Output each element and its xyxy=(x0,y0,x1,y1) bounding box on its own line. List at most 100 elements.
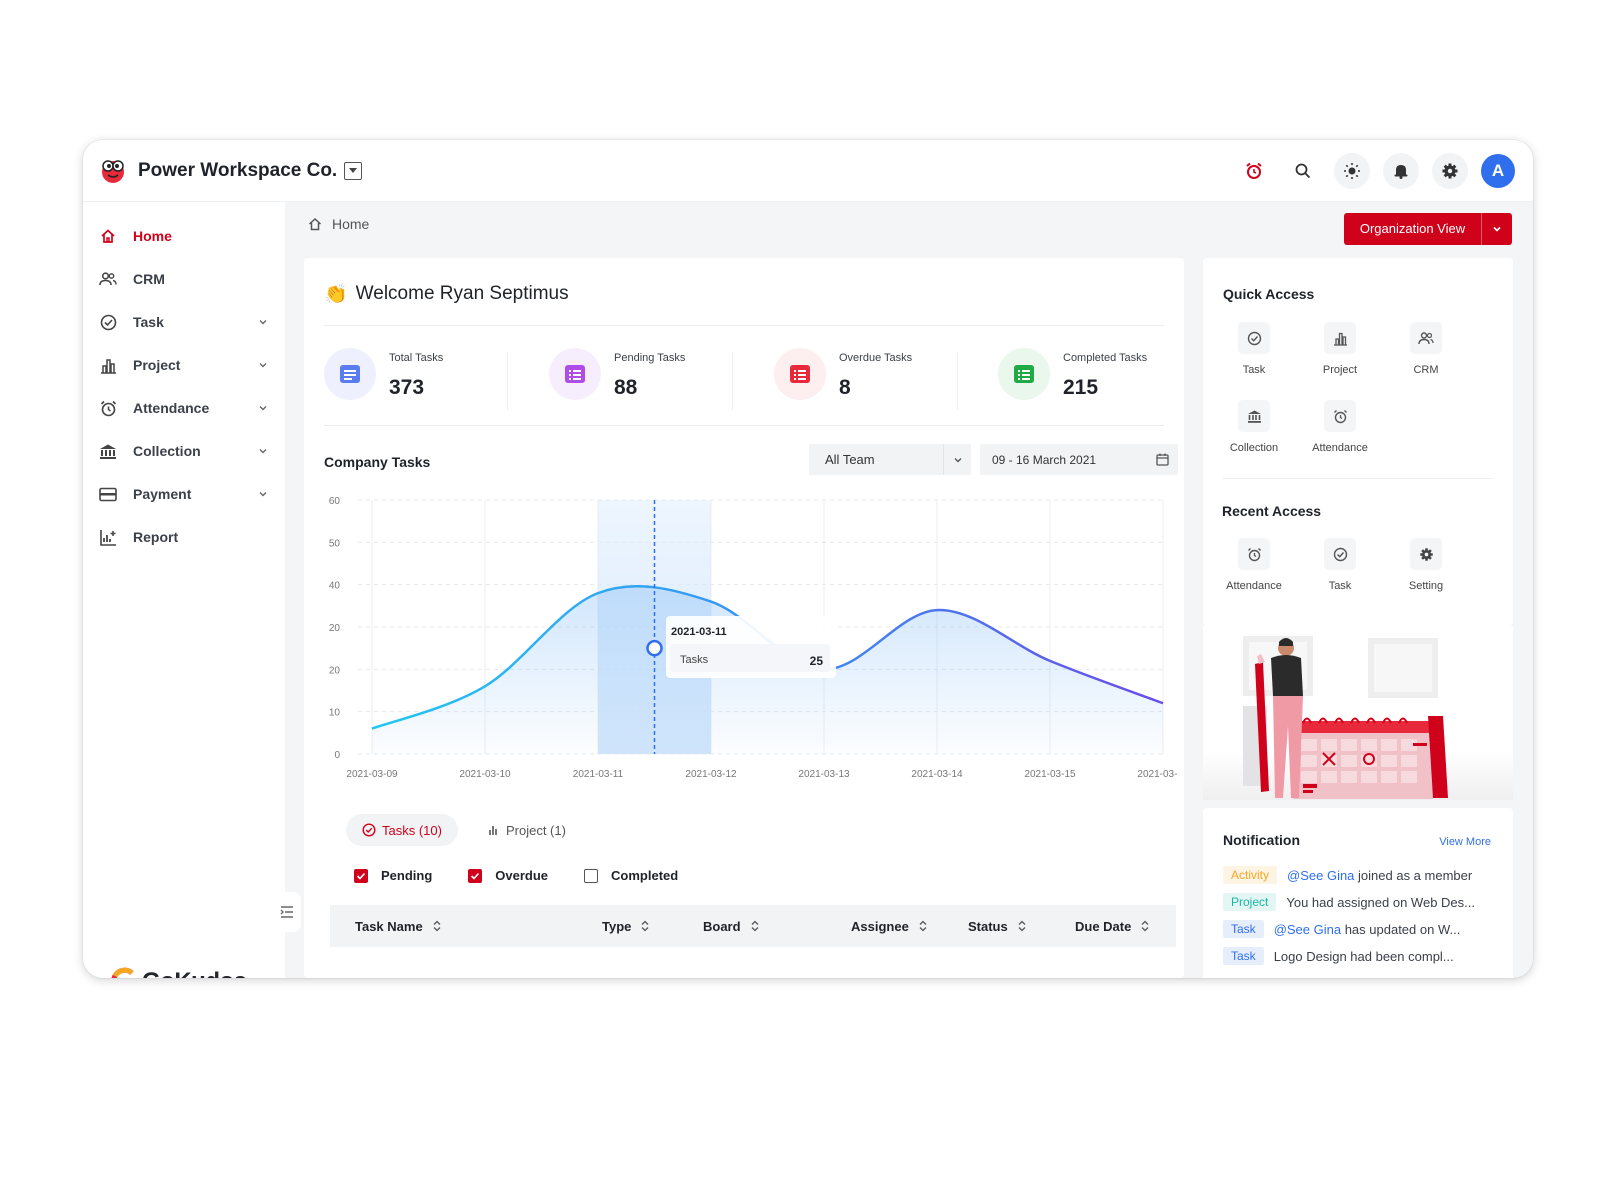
column-header-status[interactable]: Status xyxy=(968,905,1026,947)
column-header-board[interactable]: Board xyxy=(703,905,759,947)
top-bar: Power Workspace Co. A xyxy=(83,140,1533,202)
bank-icon xyxy=(99,442,117,460)
sidebar-item-home[interactable]: Home xyxy=(99,224,269,248)
notification-panel: Notification View More Activity @See Gin… xyxy=(1203,808,1513,978)
notifications-button[interactable] xyxy=(1383,153,1419,189)
collapse-sidebar-button[interactable] xyxy=(273,892,301,932)
mention-link[interactable]: @See Gina xyxy=(1274,922,1341,937)
notification-item[interactable]: Task @See Gina has updated on W... xyxy=(1223,918,1474,940)
clap-icon: 👏 xyxy=(324,284,348,305)
settings-button[interactable] xyxy=(1432,153,1468,189)
x-tick-label: 2021-03-14 xyxy=(911,769,963,780)
sidebar-item-report[interactable]: Report xyxy=(99,525,269,549)
team-select[interactable]: All Team xyxy=(809,444,971,475)
quick-access-crm[interactable]: CRM xyxy=(1391,322,1461,376)
card-icon xyxy=(99,485,117,503)
filter-completed[interactable]: Completed xyxy=(584,868,678,883)
list-icon xyxy=(1014,365,1034,383)
sidebar-item-crm[interactable]: CRM xyxy=(99,267,269,291)
calendar-illustration xyxy=(1203,626,1513,800)
timer-button[interactable] xyxy=(1236,153,1272,189)
sort-icon xyxy=(919,920,927,932)
sidebar-item-project[interactable]: Project xyxy=(99,353,269,377)
column-label: Board xyxy=(703,918,741,934)
stat-icon-wrap xyxy=(549,348,601,400)
stat-label: Completed Tasks xyxy=(1063,352,1148,364)
stat-value: 215 xyxy=(1063,376,1099,399)
gokudos-brand: GoKudos xyxy=(110,967,247,978)
company-switcher-button[interactable] xyxy=(344,162,362,180)
quick-access-attendance[interactable]: Attendance xyxy=(1305,400,1375,454)
alarm-icon xyxy=(99,399,117,417)
breadcrumb: Home xyxy=(308,216,369,232)
quick-access-label: CRM xyxy=(1413,364,1439,376)
notification-message: You had assigned on Web Des... xyxy=(1286,894,1475,910)
stat-completed-tasks[interactable]: Completed Tasks 215 xyxy=(998,340,1208,410)
filter-label: Pending xyxy=(381,868,433,883)
sidebar-item-label: Home xyxy=(133,228,172,244)
stat-icon-wrap xyxy=(998,348,1050,400)
notification-tag: Project xyxy=(1223,893,1277,911)
checkbox-unchecked[interactable] xyxy=(584,868,599,883)
dashboard-card: 👏 Welcome Ryan Septimus Total Tasks 373 … xyxy=(304,258,1184,978)
notification-title: Notification xyxy=(1223,832,1300,848)
filter-overdue[interactable]: Overdue xyxy=(468,868,548,883)
view-more-link[interactable]: View More xyxy=(1439,836,1491,848)
divider xyxy=(732,352,733,410)
stat-value: 88 xyxy=(614,376,638,399)
sidebar-item-task[interactable]: Task xyxy=(99,310,269,334)
gokudos-logo-icon xyxy=(111,967,134,978)
tooltip-date: 2021-03-11 xyxy=(671,626,727,638)
hover-point[interactable] xyxy=(646,639,663,657)
notification-item[interactable]: Task Logo Design had been compl... xyxy=(1223,945,1474,967)
chevron-down-icon xyxy=(259,492,267,497)
stat-pending-tasks[interactable]: Pending Tasks 88 xyxy=(549,340,759,410)
date-range-picker[interactable]: 09 - 16 March 2021 xyxy=(980,444,1178,475)
chevron-down-icon xyxy=(259,320,267,325)
sort-icon xyxy=(641,920,649,932)
sidebar-item-payment[interactable]: Payment xyxy=(99,482,269,506)
checkbox-checked[interactable] xyxy=(354,868,368,883)
home-icon xyxy=(308,217,322,231)
column-header-type[interactable]: Type xyxy=(602,905,649,947)
notification-item[interactable]: Activity @See Gina joined as a member xyxy=(1223,864,1487,886)
search-button[interactable] xyxy=(1285,153,1321,189)
recent-access-attendance[interactable]: Attendance xyxy=(1219,538,1289,592)
stat-label: Total Tasks xyxy=(389,352,444,364)
checkbox-checked[interactable] xyxy=(468,868,483,883)
recent-access-task[interactable]: Task xyxy=(1305,538,1375,592)
column-label: Assignee xyxy=(851,918,909,934)
y-tick-label: 40 xyxy=(329,581,341,592)
home-icon xyxy=(99,227,117,245)
notification-text: You had assigned on Web Des... xyxy=(1286,895,1486,910)
column-header-task-name[interactable]: Task Name xyxy=(355,905,441,947)
breadcrumb-item[interactable]: Home xyxy=(332,216,369,232)
filter-pending[interactable]: Pending xyxy=(354,868,432,883)
sort-icon xyxy=(433,920,441,932)
column-label: Due Date xyxy=(1075,918,1132,934)
quick-access-collection[interactable]: Collection xyxy=(1219,400,1289,454)
organization-view-label: Organization View xyxy=(1344,213,1482,245)
mention-link[interactable]: @See Gina xyxy=(1287,868,1354,883)
stat-overdue-tasks[interactable]: Overdue Tasks 8 xyxy=(774,340,984,410)
stat-total-tasks[interactable]: Total Tasks 373 xyxy=(324,340,534,410)
alarm-icon xyxy=(1238,538,1270,570)
user-avatar[interactable]: A xyxy=(1481,154,1515,188)
gear-icon xyxy=(1442,163,1458,179)
column-header-due-date[interactable]: Due Date xyxy=(1075,905,1149,947)
y-tick-label: 20 xyxy=(329,623,341,634)
sidebar-item-attendance[interactable]: Attendance xyxy=(99,396,269,420)
organization-view-dropdown[interactable] xyxy=(1482,224,1512,234)
organization-view-button[interactable]: Organization View xyxy=(1344,213,1512,245)
recent-access-setting[interactable]: Setting xyxy=(1391,538,1461,592)
tab-tasks[interactable]: Tasks (10) xyxy=(346,814,458,846)
column-header-assignee[interactable]: Assignee xyxy=(851,905,927,947)
quick-access-task[interactable]: Task xyxy=(1219,322,1289,376)
recent-access-label: Setting xyxy=(1408,580,1444,592)
quick-access-project[interactable]: Project xyxy=(1305,322,1375,376)
theme-toggle-button[interactable] xyxy=(1334,153,1370,189)
x-tick-label: 2021-03-12 xyxy=(685,769,737,780)
notification-item[interactable]: Project You had assigned on Web Des... xyxy=(1223,891,1486,913)
tab-project[interactable]: Project (1) xyxy=(472,814,582,846)
sidebar-item-collection[interactable]: Collection xyxy=(99,439,269,463)
